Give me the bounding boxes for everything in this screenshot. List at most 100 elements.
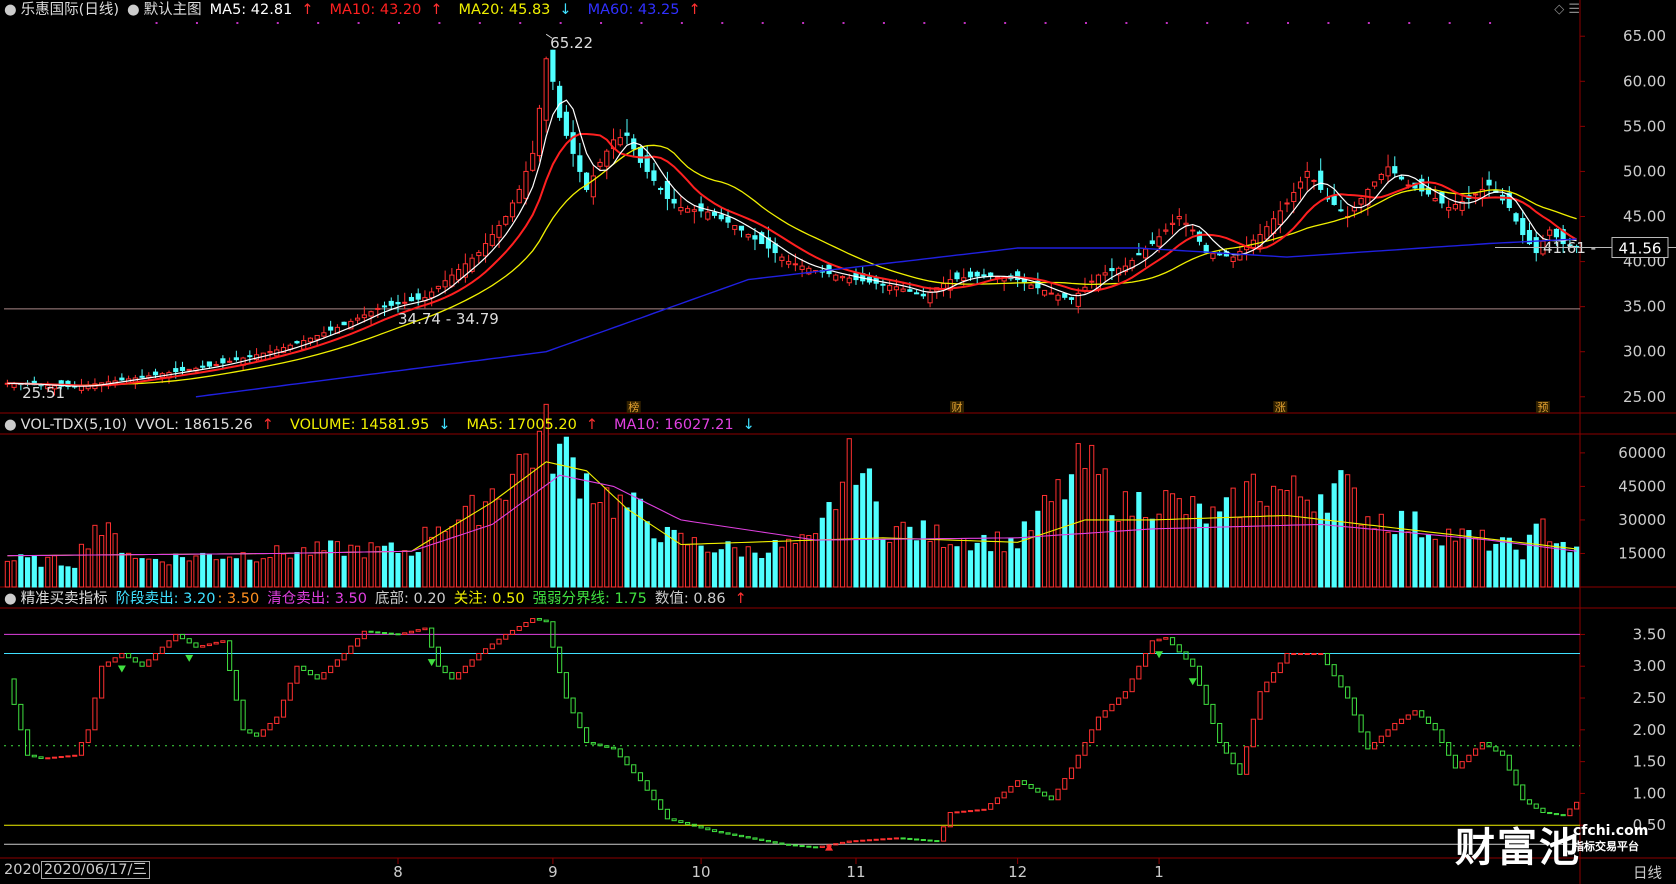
ma10-legend: MA10: 43.20 ↑ <box>329 2 443 18</box>
template-name[interactable]: 默认主图 <box>144 2 202 18</box>
volume-bar <box>99 534 105 588</box>
indicator-tick-label: 1.50 <box>1633 753 1666 771</box>
volume-bar <box>1183 514 1189 588</box>
volume-bar <box>516 453 522 588</box>
vol-ma5-legend: MA5: 17005.20 ↑ <box>466 417 599 433</box>
volume-bar <box>745 546 751 588</box>
indicator-step <box>112 657 118 663</box>
indicator-step <box>381 632 388 635</box>
volume-bar <box>759 557 765 588</box>
indicator-step <box>610 746 617 750</box>
signal-dot <box>680 22 683 24</box>
indicator-step <box>1473 748 1479 756</box>
volume-bar <box>1371 528 1378 588</box>
watch-legend: 关注: 0.50 <box>453 591 525 607</box>
indicator-step <box>408 630 415 634</box>
indicator-step <box>119 653 125 659</box>
indicator-step <box>92 697 98 731</box>
candle-body <box>1311 179 1317 182</box>
indicator-step <box>38 756 44 759</box>
event-marker: 涨 <box>1275 401 1286 414</box>
period-label[interactable]: 日线 <box>1633 862 1662 883</box>
volume-bar <box>307 554 314 588</box>
candle-body <box>1520 218 1526 236</box>
stock-chart[interactable]: 25.0030.0035.0040.0045.0050.0055.0060.00… <box>0 0 1676 884</box>
volume-bar <box>786 538 792 588</box>
candle-body <box>307 337 314 343</box>
indicator-step <box>227 640 233 671</box>
volume-bar <box>11 560 17 588</box>
x-tick-label: 1 <box>1154 863 1164 881</box>
price-tick-label: 45.00 <box>1623 208 1666 226</box>
volume-bar <box>368 542 374 588</box>
volume-bar <box>186 560 192 588</box>
value-up-icon: ↑ <box>734 591 747 607</box>
indicator-tick-label: 3.00 <box>1633 657 1666 675</box>
volume-bar <box>314 541 320 588</box>
volume-bar <box>220 558 226 588</box>
menu-icon[interactable]: ☰ <box>1568 2 1580 17</box>
volume-bar <box>1473 537 1479 588</box>
ma60-legend: MA60: 43.25 ↑ <box>587 2 701 18</box>
indicator-step <box>1021 780 1027 786</box>
volume-bar <box>893 526 899 588</box>
indicator-step <box>51 756 58 759</box>
candle-body <box>604 150 610 167</box>
candle-body <box>179 366 186 371</box>
indicator-step <box>631 764 637 774</box>
volume-bar <box>152 558 159 588</box>
indicator-step <box>1075 754 1081 769</box>
indicator-step <box>173 633 179 642</box>
volume-bar <box>58 565 64 588</box>
indicator-step <box>1116 697 1122 705</box>
candle-body <box>267 351 273 354</box>
volume-bar <box>651 538 657 588</box>
indicator-step <box>637 772 644 782</box>
indicator-step <box>72 754 78 757</box>
volume-bar <box>1324 512 1331 588</box>
candle-body <box>1385 166 1391 177</box>
panel-controls[interactable]: ◇ ☰ <box>1554 2 1580 17</box>
candle-body <box>368 311 374 317</box>
indicator-name[interactable]: 精准买卖指标 <box>21 591 108 607</box>
indicator-step <box>914 838 920 841</box>
indicator-step <box>233 669 239 701</box>
candle-body <box>388 300 394 306</box>
volume-bar <box>1385 531 1391 588</box>
candle-body <box>1331 194 1337 205</box>
volume-bar <box>765 552 772 588</box>
candle-body <box>381 305 388 308</box>
signal-dot <box>640 22 643 24</box>
volume-bar <box>18 554 24 588</box>
diamond-icon[interactable]: ◇ <box>1554 2 1564 17</box>
candle-body <box>961 277 967 281</box>
candle-body <box>563 111 569 136</box>
indicator-step <box>658 799 664 810</box>
volume-bar <box>1284 490 1290 588</box>
stock-name[interactable]: 乐惠国际(日线) <box>21 2 119 18</box>
indicator-step <box>698 825 704 829</box>
indicator-step <box>651 789 657 801</box>
indicator-step <box>597 743 603 747</box>
indicator-step <box>873 838 879 841</box>
indicator-step <box>355 638 361 647</box>
indicator-step <box>1001 791 1007 799</box>
candle-body <box>839 276 846 279</box>
candle-body <box>1513 213 1519 222</box>
signal-dot <box>1206 22 1209 24</box>
candle-body <box>725 216 731 223</box>
volume-bar <box>880 538 886 588</box>
volume-bar <box>637 498 644 588</box>
indicator-step <box>1311 653 1317 656</box>
indicator-step <box>752 837 758 840</box>
vol-indicator-name[interactable]: VOL-TDX(5,10) <box>21 417 127 433</box>
indicator-step <box>954 811 960 814</box>
candle-body <box>476 252 482 257</box>
volume-bar <box>1082 468 1088 588</box>
candle-body <box>341 321 347 326</box>
volume-bar <box>711 552 718 588</box>
indicator-step <box>934 840 940 843</box>
volume-bar <box>1499 537 1506 588</box>
clear-sell-legend: 清仓卖出: 3.50 <box>267 591 367 607</box>
volume-bar <box>772 539 778 588</box>
